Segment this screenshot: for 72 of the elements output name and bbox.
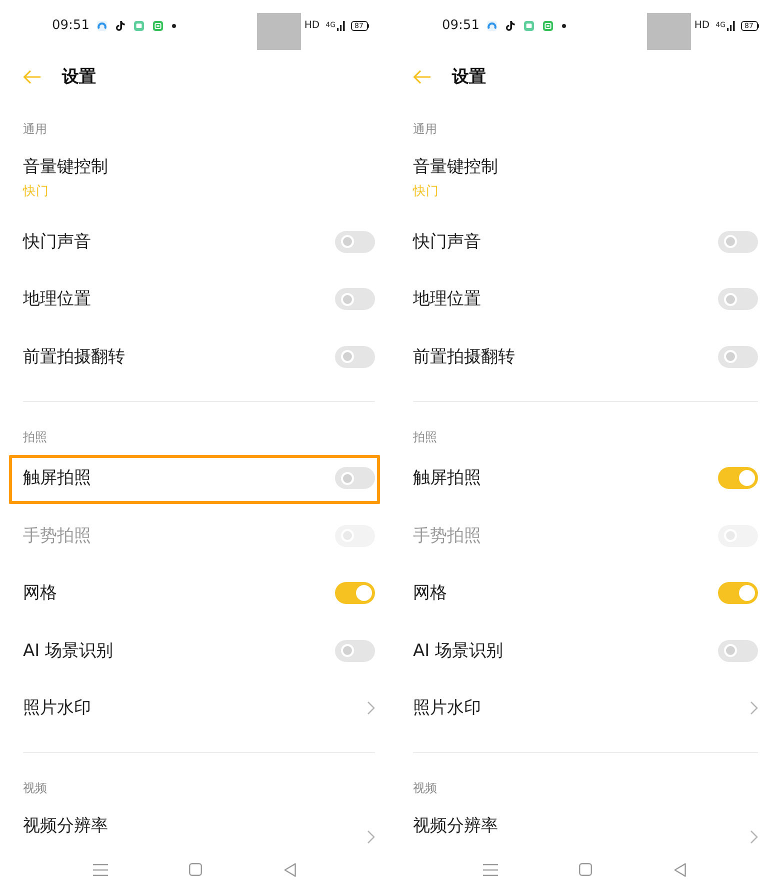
setting-label: 快门声音	[413, 230, 481, 254]
chevron-right-icon	[750, 830, 758, 844]
home-square-icon[interactable]	[188, 863, 202, 876]
setting-label: 视频分辨率	[413, 815, 498, 838]
setting-label: 前置拍摄翻转	[413, 346, 515, 369]
setting-label: 照片水印	[413, 697, 481, 720]
toggle-switch[interactable]	[335, 467, 375, 490]
redacted-block	[257, 13, 302, 50]
back-triangle-icon[interactable]	[284, 862, 296, 876]
toggle-switch[interactable]	[718, 288, 758, 310]
setting-label: 手势拍照	[413, 524, 481, 548]
setting-label: AI 场景识别	[413, 640, 504, 663]
setting-label: 触屏拍照	[413, 467, 481, 490]
arc-app-icon	[487, 21, 498, 31]
setting-label: 网格	[413, 582, 447, 606]
toggle-switch[interactable]	[718, 467, 758, 490]
status-time: 09:51	[52, 18, 90, 34]
chat-app-icon	[134, 21, 144, 31]
setting-label: 音量键控制	[23, 156, 108, 179]
back-triangle-icon[interactable]	[674, 862, 686, 876]
toggle-switch[interactable]	[718, 346, 758, 368]
home-square-icon[interactable]	[578, 863, 592, 876]
section-heading: 拍照	[23, 430, 47, 444]
chat-app-icon	[524, 21, 534, 31]
setting-label: AI 场景识别	[23, 640, 114, 663]
page-title: 设置	[452, 66, 486, 89]
setting-label: 地理位置	[413, 288, 481, 312]
menu-icon[interactable]	[92, 864, 108, 876]
section-heading: 视频	[23, 781, 47, 795]
arc-app-icon	[97, 21, 108, 31]
signal-icon	[726, 21, 734, 31]
section-heading: 拍照	[413, 430, 437, 444]
toggle-switch[interactable]	[335, 582, 375, 604]
tile-app-icon	[153, 21, 164, 31]
page-title: 设置	[62, 66, 96, 89]
setting-label: 前置拍摄翻转	[23, 346, 125, 369]
setting-label: 音量键控制	[413, 156, 498, 179]
toggle-switch[interactable]	[335, 640, 375, 662]
music-note-icon	[506, 21, 516, 31]
toggle-switch[interactable]	[335, 346, 375, 368]
toggle-switch[interactable]	[335, 288, 375, 310]
setting-value: 快门	[413, 183, 440, 199]
setting-label: 手势拍照	[23, 524, 91, 548]
setting-label: 视频分辨率	[23, 815, 108, 838]
section-heading: 视频	[413, 781, 437, 795]
chevron-right-icon	[367, 701, 375, 716]
music-note-icon	[116, 21, 126, 31]
tile-app-icon	[543, 21, 554, 31]
back-button[interactable]	[413, 70, 431, 84]
toggle-switch[interactable]	[718, 582, 758, 604]
redacted-block	[647, 13, 692, 50]
setting-label: 快门声音	[23, 230, 91, 254]
setting-label: 照片水印	[23, 697, 91, 720]
hd-label: HD	[694, 20, 710, 32]
section-heading: 通用	[23, 122, 47, 136]
setting-label: 地理位置	[23, 288, 91, 312]
back-button[interactable]	[23, 70, 41, 84]
setting-label: 网格	[23, 582, 57, 606]
hd-label: HD	[304, 20, 320, 32]
setting-label: 触屏拍照	[23, 467, 91, 490]
signal-icon	[336, 21, 344, 31]
toggle-switch[interactable]	[718, 230, 758, 253]
menu-icon[interactable]	[482, 864, 498, 876]
chevron-right-icon	[367, 830, 375, 844]
notification-dot-icon	[172, 24, 176, 28]
notification-dot-icon	[562, 24, 566, 28]
status-time: 09:51	[442, 18, 480, 34]
setting-value: 快门	[23, 183, 50, 199]
chevron-right-icon	[750, 701, 758, 716]
toggle-switch[interactable]	[335, 230, 375, 253]
toggle-switch[interactable]	[718, 640, 758, 662]
section-heading: 通用	[413, 122, 437, 136]
